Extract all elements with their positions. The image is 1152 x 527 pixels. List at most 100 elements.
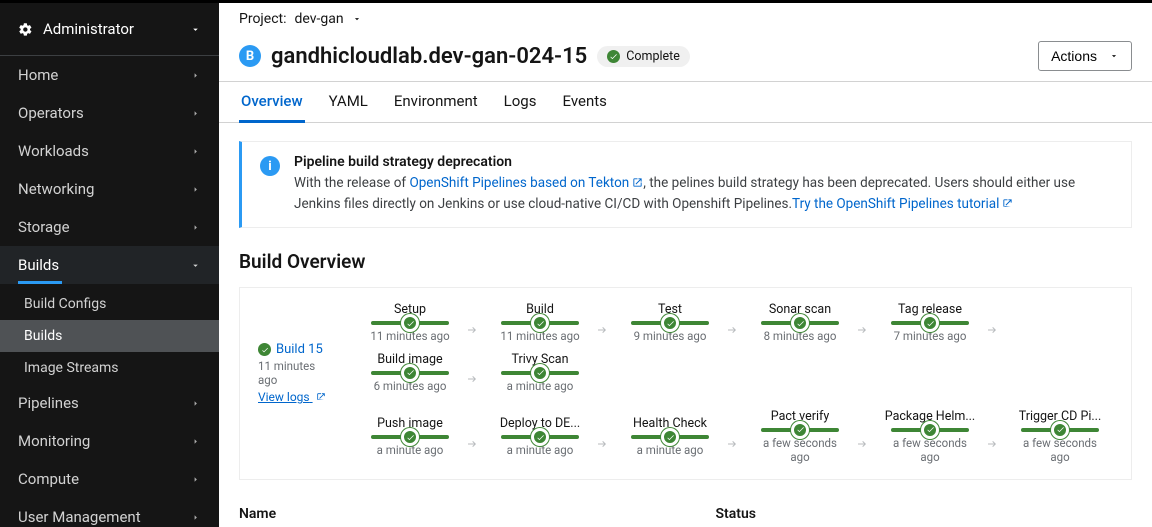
chevron-right-icon <box>190 184 201 195</box>
status-badge: Complete <box>597 46 690 67</box>
sidebar-item-label: Operators <box>18 104 84 122</box>
sidebar-item-networking[interactable]: Networking <box>0 170 219 208</box>
sidebar-item-operators[interactable]: Operators <box>0 94 219 132</box>
pipeline-stage[interactable]: Build image6 minutes ago <box>358 352 462 393</box>
stage-progress-bar <box>761 428 839 432</box>
chevron-right-icon <box>190 108 201 119</box>
stage-progress-bar <box>371 321 449 325</box>
stage-time: a few seconds ago <box>885 436 975 465</box>
build-badge-icon: B <box>239 45 261 67</box>
project-label: Project: <box>239 11 287 27</box>
stage-progress-bar <box>371 371 449 375</box>
detail-label-name: Name <box>239 506 656 522</box>
project-selector[interactable]: Project: dev-gan <box>239 11 1132 33</box>
caret-down-icon <box>352 14 362 24</box>
arrow-right-icon <box>855 424 869 450</box>
pipeline-stage[interactable]: Setup11 minutes ago <box>358 302 462 343</box>
pipeline-stage[interactable]: Test9 minutes ago <box>618 302 722 343</box>
pipeline-stage[interactable]: Build11 minutes ago <box>488 302 592 343</box>
sidebar-item-builds[interactable]: Builds <box>0 246 219 284</box>
page-title: gandhicloudlab.dev-gan-024-15 <box>271 44 587 69</box>
check-icon <box>791 421 809 439</box>
stage-progress-bar <box>891 321 969 325</box>
check-icon <box>401 364 419 382</box>
check-icon <box>921 421 939 439</box>
sidebar-item-label: Builds <box>18 256 59 274</box>
check-icon <box>401 428 419 446</box>
pipeline-stage[interactable]: Package Helm...a few seconds ago <box>878 409 982 465</box>
perspective-switcher[interactable]: Administrator <box>0 3 219 56</box>
pipeline-stage[interactable]: Tag release7 minutes ago <box>878 302 982 343</box>
sidebar-item-home[interactable]: Home <box>0 56 219 94</box>
tab-logs[interactable]: Logs <box>502 82 539 122</box>
project-name: dev-gan <box>295 11 344 27</box>
info-title: Pipeline build strategy deprecation <box>294 154 1113 170</box>
sidebar-subitem-build-configs[interactable]: Build Configs <box>0 288 219 320</box>
sidebar-item-label: Workloads <box>18 142 89 160</box>
check-icon <box>258 343 271 356</box>
sidebar-item-label: Storage <box>18 218 70 236</box>
build-link[interactable]: Build 15 <box>258 342 332 357</box>
chevron-down-icon <box>190 24 201 35</box>
stage-time: a few seconds ago <box>1015 436 1105 465</box>
pipeline-stage[interactable]: Health Checka minute ago <box>618 416 722 457</box>
info-alert: i Pipeline build strategy deprecation Wi… <box>239 141 1132 228</box>
sidebar-item-monitoring[interactable]: Monitoring <box>0 422 219 460</box>
sidebar-item-label: Monitoring <box>18 432 90 450</box>
sidebar-subitem-image-streams[interactable]: Image Streams <box>0 352 219 384</box>
sidebar-item-label: Networking <box>18 180 94 198</box>
arrow-right-icon <box>465 424 479 450</box>
build-timestamp: 11 minutes ago <box>258 359 332 387</box>
arrow-right-icon <box>595 310 609 336</box>
sidebar-item-compute[interactable]: Compute <box>0 460 219 498</box>
external-link-icon <box>1002 196 1013 216</box>
pipeline-stage[interactable]: Deploy to DE...a minute ago <box>488 416 592 457</box>
view-logs-link[interactable]: View logs <box>258 390 326 404</box>
link-pipelines-tutorial[interactable]: Try the OpenShift Pipelines tutorial <box>792 196 1013 212</box>
arrow-right-icon <box>985 310 999 336</box>
info-icon: i <box>260 156 280 176</box>
sidebar: Administrator Home Operators Workloads Netw… <box>0 3 219 527</box>
stage-progress-bar <box>761 321 839 325</box>
pipeline-stage[interactable]: Pact verifya few seconds ago <box>748 409 852 465</box>
perspective-label: Administrator <box>43 20 134 38</box>
sidebar-item-user-management[interactable]: User Management <box>0 498 219 527</box>
tab-events[interactable]: Events <box>560 82 608 122</box>
detail-label-status: Status <box>716 506 1133 522</box>
check-icon <box>531 364 549 382</box>
sidebar-item-label: User Management <box>18 508 141 526</box>
link-openshift-pipelines[interactable]: OpenShift Pipelines based on Tekton <box>409 175 643 191</box>
sidebar-item-label: Compute <box>18 470 79 488</box>
section-heading-build-overview: Build Overview <box>239 250 1132 273</box>
sidebar-item-workloads[interactable]: Workloads <box>0 132 219 170</box>
tab-yaml[interactable]: YAML <box>327 82 370 122</box>
external-link-icon <box>316 391 326 405</box>
check-icon <box>401 314 419 332</box>
pipeline-stage[interactable]: Sonar scan8 minutes ago <box>748 302 852 343</box>
stage-progress-bar <box>631 435 709 439</box>
sidebar-item-pipelines[interactable]: Pipelines <box>0 384 219 422</box>
actions-dropdown[interactable]: Actions <box>1038 41 1132 71</box>
sidebar-item-storage[interactable]: Storage <box>0 208 219 246</box>
arrow-right-icon <box>595 424 609 450</box>
stage-progress-bar <box>891 428 969 432</box>
arrow-right-icon <box>465 310 479 336</box>
chevron-right-icon <box>190 512 201 523</box>
check-icon <box>531 314 549 332</box>
tab-environment[interactable]: Environment <box>392 82 480 122</box>
chevron-right-icon <box>190 474 201 485</box>
arrow-right-icon <box>855 310 869 336</box>
chevron-right-icon <box>190 398 201 409</box>
pipeline-stage[interactable]: Trigger CD Pi...a few seconds ago <box>1008 409 1112 465</box>
sidebar-subitem-builds[interactable]: Builds <box>0 320 219 352</box>
pipeline-stage[interactable]: Push imagea minute ago <box>358 416 462 457</box>
content: i Pipeline build strategy deprecation Wi… <box>219 123 1152 527</box>
sidebar-item-label: Pipelines <box>18 394 79 412</box>
gear-icon <box>18 22 33 37</box>
stage-progress-bar <box>631 321 709 325</box>
pipeline-visual: Build 15 11 minutes ago View logs Setup1… <box>239 287 1132 480</box>
tab-overview[interactable]: Overview <box>239 82 305 123</box>
check-icon <box>607 50 620 63</box>
check-icon <box>921 314 939 332</box>
pipeline-stage[interactable]: Trivy Scana minute ago <box>488 352 592 393</box>
